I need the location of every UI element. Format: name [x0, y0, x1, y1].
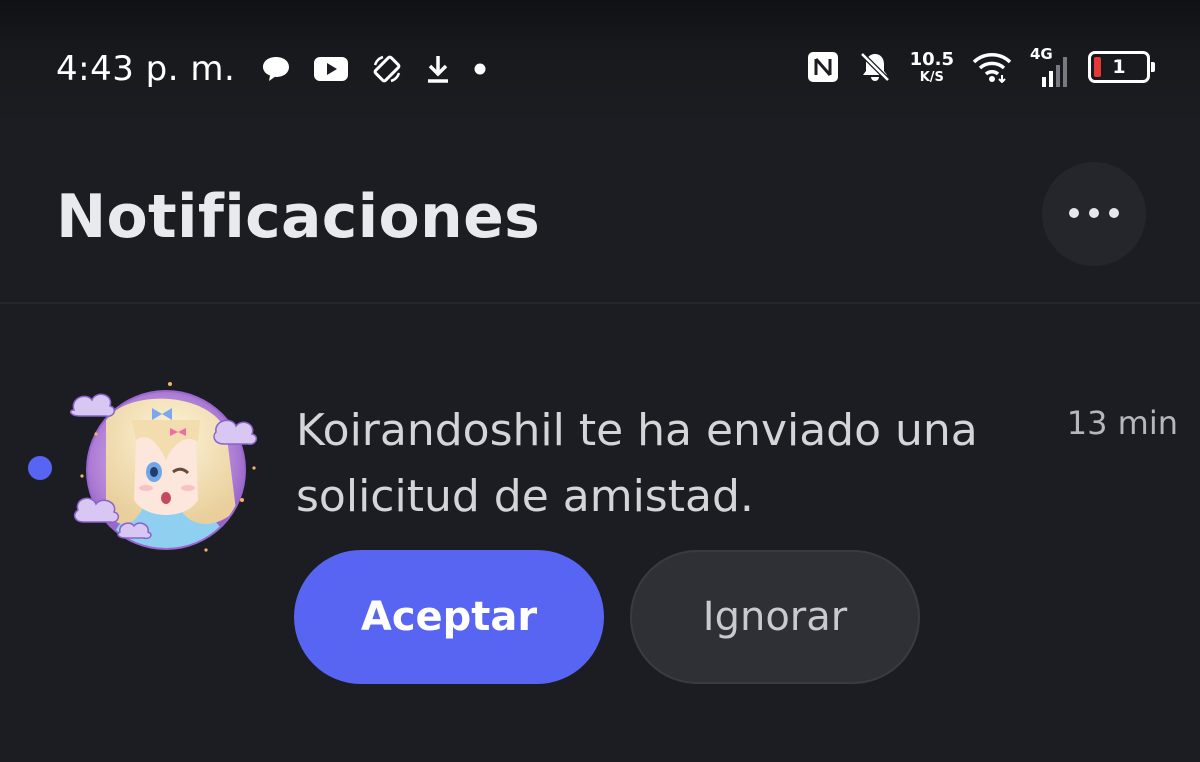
ignore-button[interactable]: Ignorar — [630, 550, 920, 684]
nfc-icon — [806, 50, 840, 84]
download-icon — [425, 53, 451, 85]
more-horizontal-icon — [1066, 205, 1122, 224]
cellular-signal-icon: 4G — [1030, 45, 1070, 89]
status-clock: 4:43 p. m. — [56, 49, 236, 89]
notifications-screen: 4:43 p. m. 10.5 K/S 4G 1 Notificaciones … — [0, 0, 1200, 762]
battery-level: 1 — [1112, 56, 1126, 78]
notification-time: 13 min — [1066, 404, 1178, 442]
bell-off-icon — [858, 50, 892, 84]
rotate-lock-icon — [371, 53, 403, 85]
network-speed: 10.5 K/S — [909, 48, 954, 85]
page-title: Notificaciones — [56, 182, 541, 252]
accept-button[interactable]: Aceptar — [294, 550, 604, 684]
avatar[interactable] — [66, 380, 260, 558]
chat-bubble-icon — [261, 55, 291, 83]
unread-indicator — [28, 456, 52, 480]
dot-icon — [473, 62, 487, 76]
status-bar-left: 4:43 p. m. — [56, 44, 487, 94]
battery-icon: 1 — [1088, 51, 1155, 83]
status-bar-right: 10.5 K/S 4G 1 — [806, 42, 1155, 92]
wifi-icon — [972, 51, 1012, 83]
header-divider — [0, 302, 1200, 304]
youtube-icon — [313, 56, 349, 82]
notification-message: Koirandoshil te ha enviado una solicitud… — [296, 405, 978, 522]
network-speed-unit: K/S — [919, 69, 944, 85]
network-speed-value: 10.5 — [909, 48, 954, 70]
status-bar: 4:43 p. m. 10.5 K/S 4G 1 — [0, 0, 1200, 130]
more-options-button[interactable] — [1042, 162, 1146, 266]
